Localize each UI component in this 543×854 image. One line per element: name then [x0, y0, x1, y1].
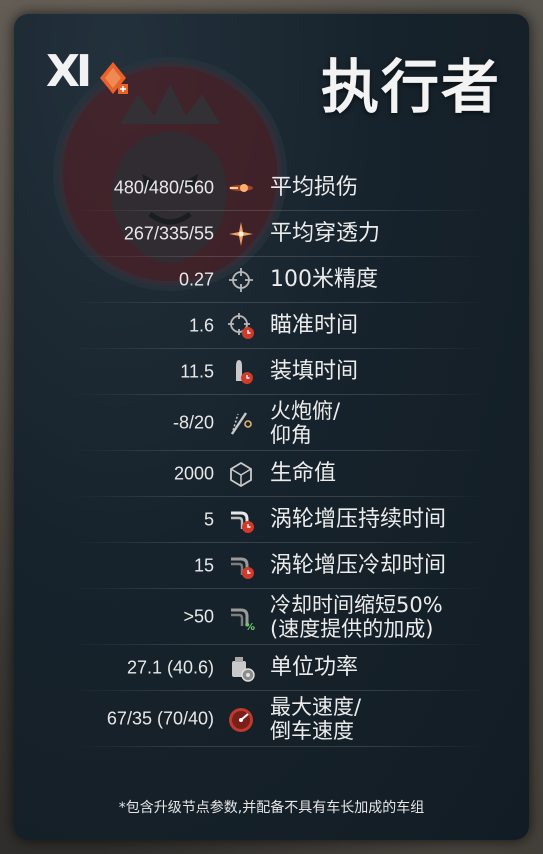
gun-elevation-icon — [231, 412, 252, 435]
stat-label-line-2: 倒车速度 — [270, 719, 354, 743]
stat-row-turbo-cooldown: 15 涡轮增压冷却时间 — [14, 543, 529, 589]
stat-label-line-1: 最大速度/ — [270, 695, 362, 719]
stat-label: 最大速度/ 倒车速度 — [270, 695, 361, 743]
stat-value: 0.27 — [178, 269, 214, 290]
stat-row-hitpoints: 2000 生命值 — [14, 451, 529, 497]
stat-label: 火炮俯/ 仰角 — [270, 399, 340, 447]
stat-row-reload: 11.5 装填时间 — [14, 349, 529, 395]
stat-row-accuracy: 0.27 100米精度 — [14, 257, 529, 303]
stat-label: 瞄准时间 — [270, 313, 359, 338]
stat-row-gun-elevation: -8/20 火炮俯/ 仰角 — [14, 395, 529, 451]
stat-value: 15 — [193, 555, 214, 576]
stat-label-line-2: 仰角 — [270, 423, 312, 447]
tier-badge: XI — [46, 44, 128, 104]
stat-row-damage: 480/480/560 平均损伤 — [14, 165, 529, 211]
vehicle-name: 执行者 — [320, 53, 501, 121]
footnote: *包含升级节点参数,并配备不具有车长加成的车组 — [118, 800, 425, 816]
speedometer-icon — [229, 708, 253, 732]
stat-row-power-ratio: 27.1 (40.6) 单位功率 — [14, 645, 529, 691]
stat-value: 2000 — [173, 463, 214, 484]
shell-damage-icon — [229, 184, 253, 192]
stat-label: 涡轮增压冷却时间 — [270, 553, 447, 578]
aim-time-icon — [228, 313, 254, 339]
hitpoints-icon — [230, 461, 252, 488]
stat-label: 涡轮增压持续时间 — [270, 507, 447, 532]
vehicle-class-icon — [100, 62, 128, 94]
stat-label: 100米精度 — [270, 267, 378, 292]
stat-value: 11.5 — [180, 361, 214, 382]
power-ratio-icon — [232, 657, 255, 682]
reload-icon — [236, 360, 253, 384]
penetration-icon — [229, 222, 253, 246]
crosshair-icon — [229, 268, 253, 292]
stat-label: 平均损伤 — [270, 175, 359, 200]
stat-label: 平均穿透力 — [270, 221, 381, 246]
stat-value: >50 — [183, 606, 214, 627]
turbo-cooldown-icon — [231, 557, 254, 579]
turbo-duration-icon — [231, 511, 254, 533]
stat-row-speed: 67/35 (70/40) 最大速度/ 倒车速度 — [14, 691, 529, 747]
stat-row-penetration: 267/335/55 平均穿透力 — [14, 211, 529, 257]
stat-label-line-2: (速度提供的加成) — [270, 617, 434, 641]
tier-label: XI — [46, 46, 92, 97]
stat-label-line-1: 冷却时间缩短50% — [270, 593, 443, 617]
stat-row-cooldown-bonus: >50 % 冷却时间缩短50% (速度提供的加成) — [14, 589, 529, 645]
stat-label: 单位功率 — [270, 655, 359, 680]
svg-text:%: % — [245, 622, 255, 632]
vehicle-stats-card: XI 执行者 480/480/560 平均损伤 267/335/55 平均穿透力… — [14, 14, 529, 840]
stat-value: 5 — [203, 509, 214, 530]
stat-value: -8/20 — [172, 412, 214, 433]
stat-label: 装填时间 — [270, 359, 359, 384]
stat-label: 冷却时间缩短50% (速度提供的加成) — [270, 593, 443, 641]
cooldown-bonus-icon: % — [231, 608, 255, 632]
stat-value: 27.1 (40.6) — [126, 657, 214, 678]
stat-value: 480/480/560 — [113, 177, 214, 198]
stat-label: 生命值 — [270, 461, 337, 486]
stat-row-turbo-duration: 5 涡轮增压持续时间 — [14, 497, 529, 543]
stat-row-aim-time: 1.6 瞄准时间 — [14, 303, 529, 349]
stat-value: 267/335/55 — [123, 223, 214, 244]
stat-value: 1.6 — [188, 315, 214, 336]
stat-label-line-1: 火炮俯/ — [270, 399, 341, 423]
stat-value: 67/35 (70/40) — [106, 708, 214, 729]
stats-list: 480/480/560 平均损伤 267/335/55 平均穿透力 0.27 1… — [14, 165, 529, 747]
